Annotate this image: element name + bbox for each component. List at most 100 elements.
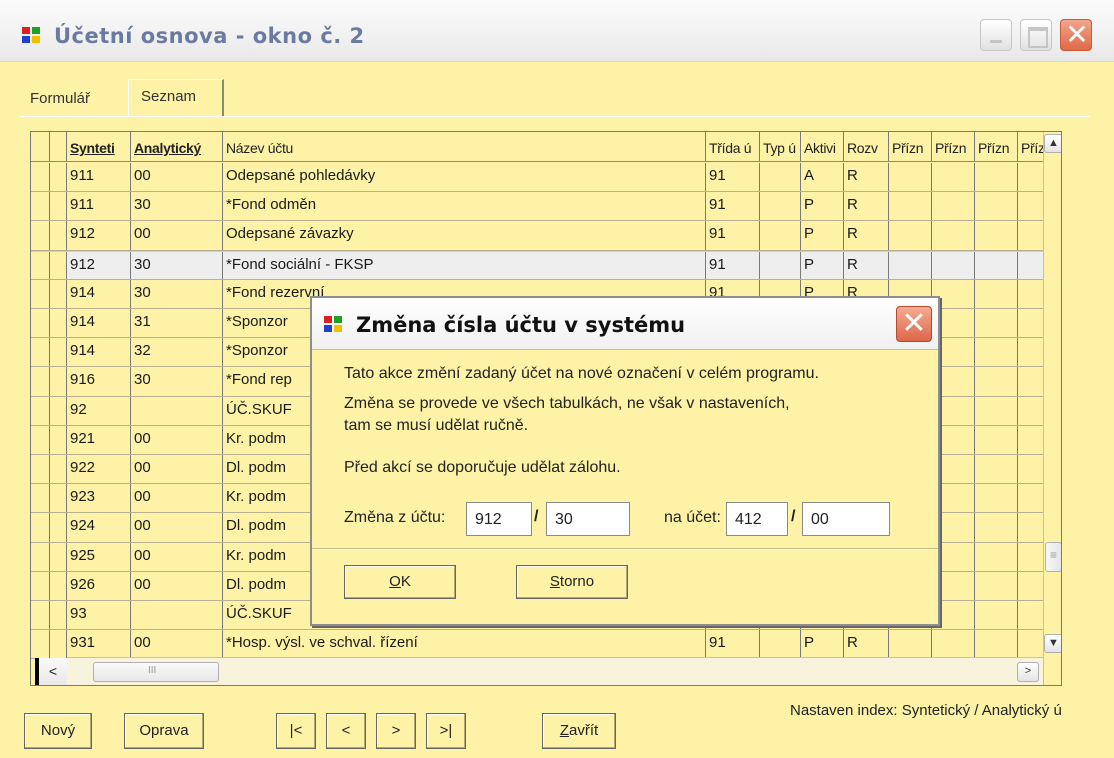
table-cell[interactable] xyxy=(1018,192,1043,220)
from-analytic-input[interactable]: 30 xyxy=(546,502,630,536)
col-analyticky[interactable]: Analytický xyxy=(131,132,223,161)
row-indicator[interactable] xyxy=(31,338,67,367)
table-cell[interactable]: 00 xyxy=(131,221,223,250)
table-cell[interactable]: 00 xyxy=(131,484,223,513)
dialog-title-bar[interactable]: Změna čísla účtu v systému ✕ xyxy=(312,298,938,350)
row-indicator[interactable] xyxy=(31,425,67,454)
table-cell[interactable]: *Fond sociální - FKSP xyxy=(223,251,706,279)
row-indicator[interactable] xyxy=(31,192,67,221)
table-cell[interactable]: 00 xyxy=(131,571,223,600)
tab-seznam[interactable]: Seznam xyxy=(128,79,224,117)
row-indicator[interactable] xyxy=(31,601,67,630)
table-cell[interactable]: 912 xyxy=(67,221,131,250)
scroll-left-icon[interactable]: < xyxy=(35,658,67,685)
table-cell[interactable]: 93 xyxy=(67,601,131,630)
col-typ[interactable]: Typ ú xyxy=(760,132,801,161)
col-priznak-1[interactable]: Přízn xyxy=(889,132,932,161)
table-cell[interactable]: 925 xyxy=(67,542,131,571)
table-cell[interactable]: 914 xyxy=(67,279,131,308)
col-rozvaha[interactable]: Rozv xyxy=(844,132,889,161)
table-cell[interactable] xyxy=(975,542,1018,571)
row-indicator[interactable] xyxy=(31,484,67,513)
table-cell[interactable]: 32 xyxy=(131,338,223,367)
scroll-up-icon[interactable]: ▲ xyxy=(1044,134,1061,153)
col-trida[interactable]: Třída ú xyxy=(706,132,760,161)
table-cell[interactable] xyxy=(932,192,975,221)
table-cell[interactable]: 91 xyxy=(706,251,760,279)
table-cell[interactable] xyxy=(975,425,1018,454)
close-button[interactable]: Zavřít xyxy=(542,713,616,749)
table-cell[interactable] xyxy=(1018,309,1043,337)
table-cell[interactable]: 914 xyxy=(67,309,131,338)
table-cell[interactable] xyxy=(131,396,223,425)
table-cell[interactable] xyxy=(760,163,801,192)
table-cell[interactable]: *Hosp. výsl. ve schval. řízení xyxy=(223,630,706,659)
col-aktivni[interactable]: Aktivi xyxy=(801,132,844,161)
table-cell[interactable]: P xyxy=(801,630,844,659)
col-priznak-3[interactable]: Přízn xyxy=(975,132,1018,161)
table-row[interactable]: 931 00 *Hosp. výsl. ve schval. řízení 91 P R xyxy=(31,630,1043,660)
table-cell[interactable]: 921 xyxy=(67,425,131,454)
tab-formular[interactable]: Formulář xyxy=(30,90,91,114)
col-priznak-2[interactable]: Přízn xyxy=(932,132,975,161)
row-indicator[interactable] xyxy=(31,542,67,571)
table-cell[interactable]: P xyxy=(801,251,844,279)
table-cell[interactable]: 00 xyxy=(131,513,223,542)
from-synthetic-input[interactable]: 912 xyxy=(466,502,532,536)
row-indicator[interactable] xyxy=(31,251,67,279)
table-cell[interactable] xyxy=(760,630,801,659)
row-indicator[interactable] xyxy=(31,571,67,600)
table-cell[interactable] xyxy=(889,163,932,192)
table-cell[interactable]: P xyxy=(801,221,844,250)
row-indicator[interactable] xyxy=(31,396,67,425)
table-cell[interactable] xyxy=(760,251,801,279)
vertical-scroll-thumb[interactable] xyxy=(1045,542,1061,572)
table-cell[interactable]: R xyxy=(844,630,889,659)
minimize-icon[interactable] xyxy=(980,19,1012,51)
table-cell[interactable] xyxy=(1018,572,1043,600)
table-cell[interactable]: 00 xyxy=(131,630,223,659)
maximize-icon[interactable] xyxy=(1020,19,1052,51)
table-cell[interactable]: Odepsané pohledávky xyxy=(223,163,706,192)
table-cell[interactable] xyxy=(932,630,975,659)
table-cell[interactable] xyxy=(1018,630,1043,658)
table-cell[interactable]: *Fond odměn xyxy=(223,192,706,221)
table-cell[interactable] xyxy=(932,221,975,250)
table-cell[interactable]: 00 xyxy=(131,163,223,192)
scroll-down-icon[interactable]: ▼ xyxy=(1044,634,1061,653)
row-indicator[interactable] xyxy=(31,279,67,308)
row-indicator[interactable] xyxy=(31,309,67,338)
first-record-button[interactable]: |< xyxy=(276,713,316,749)
table-cell[interactable]: 91 xyxy=(706,163,760,192)
row-indicator[interactable] xyxy=(31,221,67,250)
table-cell[interactable]: 31 xyxy=(131,309,223,338)
row-indicator[interactable] xyxy=(31,455,67,484)
row-indicator[interactable] xyxy=(31,630,67,659)
table-cell[interactable] xyxy=(1018,543,1043,571)
table-cell[interactable]: 00 xyxy=(131,455,223,484)
table-cell[interactable] xyxy=(975,309,1018,338)
table-cell[interactable] xyxy=(932,163,975,192)
table-cell[interactable] xyxy=(889,630,932,659)
table-cell[interactable]: 922 xyxy=(67,455,131,484)
col-priznak-4[interactable]: Přízi xyxy=(1018,132,1043,161)
table-row[interactable]: 911 00 Odepsané pohledávky 91 A R xyxy=(31,163,1043,193)
table-cell[interactable]: 914 xyxy=(67,338,131,367)
table-cell[interactable]: 923 xyxy=(67,484,131,513)
table-cell[interactable]: 92 xyxy=(67,396,131,425)
table-cell[interactable]: R xyxy=(844,251,889,279)
table-cell[interactable] xyxy=(1018,426,1043,454)
table-cell[interactable]: A xyxy=(801,163,844,192)
table-cell[interactable]: 926 xyxy=(67,571,131,600)
table-cell[interactable] xyxy=(975,221,1018,250)
table-cell[interactable] xyxy=(975,513,1018,542)
new-button[interactable]: Nový xyxy=(24,713,92,749)
table-cell[interactable] xyxy=(975,396,1018,425)
table-cell[interactable]: 924 xyxy=(67,513,131,542)
table-cell[interactable]: P xyxy=(801,192,844,221)
table-cell[interactable] xyxy=(975,455,1018,484)
title-bar[interactable]: Účetní osnova - okno č. 2 ✕ xyxy=(0,0,1114,62)
table-cell[interactable] xyxy=(975,484,1018,513)
table-cell[interactable] xyxy=(889,221,932,250)
ok-button[interactable]: OK xyxy=(344,565,456,599)
